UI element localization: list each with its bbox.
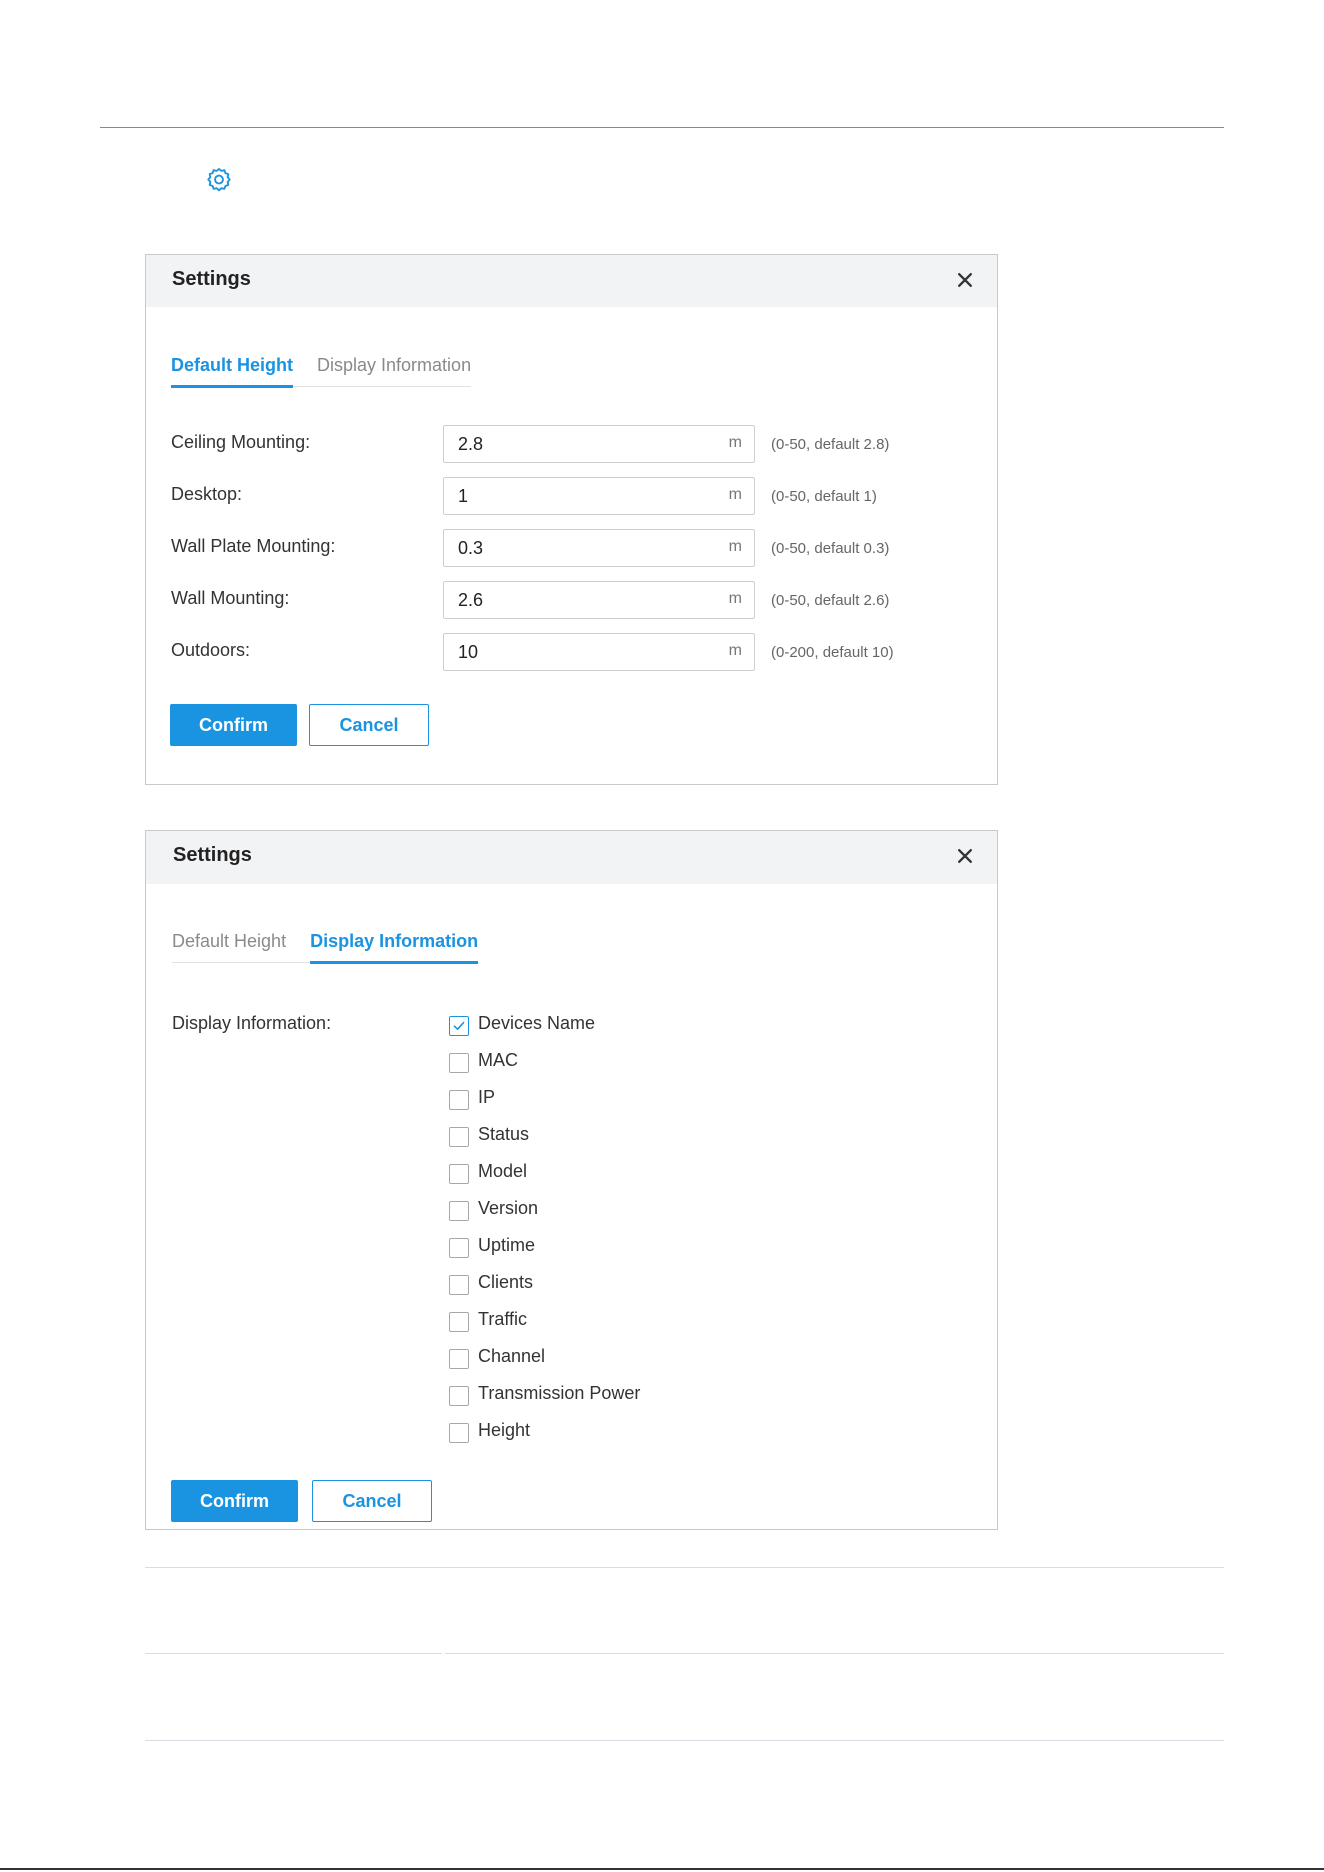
- close-icon[interactable]: [951, 266, 979, 294]
- checkbox[interactable]: [449, 1312, 469, 1332]
- top-divider: [100, 127, 1224, 128]
- table-divider: [145, 1653, 442, 1654]
- checkbox[interactable]: [449, 1349, 469, 1369]
- checkbox[interactable]: [449, 1275, 469, 1295]
- field-row-wall-mounting: Wall Mounting: m (0-50, default 2.6): [171, 581, 971, 619]
- checkbox[interactable]: [449, 1127, 469, 1147]
- close-icon[interactable]: [951, 842, 979, 870]
- checkbox[interactable]: [449, 1090, 469, 1110]
- settings-dialog-display-information: Settings Default Height Display Informat…: [145, 830, 998, 1530]
- dialog-header: Settings: [146, 831, 997, 884]
- cancel-button[interactable]: Cancel: [312, 1480, 432, 1522]
- option-label: Transmission Power: [478, 1383, 641, 1403]
- checkbox[interactable]: [449, 1201, 469, 1221]
- tab-bar: Default Height Display Information: [172, 923, 479, 964]
- ceiling-mounting-input-box: m: [443, 425, 755, 463]
- tab-display-information[interactable]: Display Information: [317, 347, 471, 387]
- desktop-input[interactable]: [458, 486, 688, 507]
- settings-dialog-default-height: Settings Default Height Display Informat…: [145, 254, 998, 785]
- dialog-title: Settings: [172, 268, 251, 290]
- field-label: Outdoors:: [171, 640, 251, 660]
- page-bottom-border: [0, 1868, 1324, 1870]
- wall-plate-mounting-input-box: m: [443, 529, 755, 567]
- unit-label: m: [728, 486, 742, 503]
- confirm-button[interactable]: Confirm: [170, 704, 297, 746]
- checkbox[interactable]: [449, 1053, 469, 1073]
- range-hint: (0-50, default 0.3): [771, 540, 890, 557]
- option-label: Channel: [478, 1346, 546, 1366]
- option-label: Status: [478, 1124, 530, 1144]
- unit-label: m: [728, 590, 742, 607]
- tab-bar: Default Height Display Information: [171, 347, 472, 388]
- table-divider: [145, 1567, 1224, 1568]
- checkbox[interactable]: [449, 1238, 469, 1258]
- checkmark-icon: [453, 1021, 465, 1030]
- option-label: IP: [478, 1087, 496, 1107]
- gear-icon[interactable]: [205, 166, 233, 194]
- field-label: Wall Plate Mounting:: [171, 536, 336, 556]
- dialog-title: Settings: [173, 844, 252, 866]
- option-label: MAC: [478, 1050, 518, 1070]
- option-label: Height: [478, 1420, 531, 1440]
- display-information-label: Display Information:: [172, 1013, 332, 1033]
- field-row-outdoors: Outdoors: m (0-200, default 10): [171, 633, 971, 671]
- unit-label: m: [728, 642, 742, 659]
- range-hint: (0-50, default 2.6): [771, 592, 890, 609]
- wall-mounting-input-box: m: [443, 581, 755, 619]
- table-divider: [145, 1740, 1224, 1741]
- field-label: Ceiling Mounting:: [171, 432, 311, 452]
- checkbox-checked[interactable]: [449, 1016, 469, 1036]
- ceiling-mounting-input[interactable]: [458, 434, 688, 455]
- checkbox[interactable]: [449, 1164, 469, 1184]
- field-label: Wall Mounting:: [171, 588, 290, 608]
- wall-mounting-input[interactable]: [458, 590, 688, 611]
- field-row-wall-plate-mounting: Wall Plate Mounting: m (0-50, default 0.…: [171, 529, 971, 567]
- range-hint: (0-50, default 2.8): [771, 436, 890, 453]
- range-hint: (0-200, default 10): [771, 644, 894, 661]
- desktop-input-box: m: [443, 477, 755, 515]
- unit-label: m: [728, 538, 742, 555]
- range-hint: (0-50, default 1): [771, 488, 877, 505]
- option-label: Uptime: [478, 1235, 536, 1255]
- outdoors-input[interactable]: [458, 642, 688, 663]
- option-label: Version: [478, 1198, 539, 1218]
- option-label: Model: [478, 1161, 528, 1181]
- wall-plate-mounting-input[interactable]: [458, 538, 688, 559]
- outdoors-input-box: m: [443, 633, 755, 671]
- field-row-desktop: Desktop: m (0-50, default 1): [171, 477, 971, 515]
- dialog-header: Settings: [146, 255, 997, 307]
- tab-default-height[interactable]: Default Height: [171, 347, 294, 388]
- cancel-button[interactable]: Cancel: [309, 704, 429, 746]
- tab-default-height[interactable]: Default Height: [172, 923, 286, 963]
- checkbox[interactable]: [449, 1386, 469, 1406]
- table-divider: [445, 1653, 1224, 1654]
- option-label: Devices Name: [478, 1013, 596, 1033]
- field-label: Desktop:: [171, 484, 243, 504]
- confirm-button[interactable]: Confirm: [171, 1480, 298, 1522]
- checkbox[interactable]: [449, 1423, 469, 1443]
- option-label: Traffic: [478, 1309, 528, 1329]
- option-label: Clients: [478, 1272, 534, 1292]
- tab-display-information[interactable]: Display Information: [310, 923, 479, 964]
- field-row-ceiling-mounting: Ceiling Mounting: m (0-50, default 2.8): [171, 425, 971, 463]
- unit-label: m: [728, 434, 742, 451]
